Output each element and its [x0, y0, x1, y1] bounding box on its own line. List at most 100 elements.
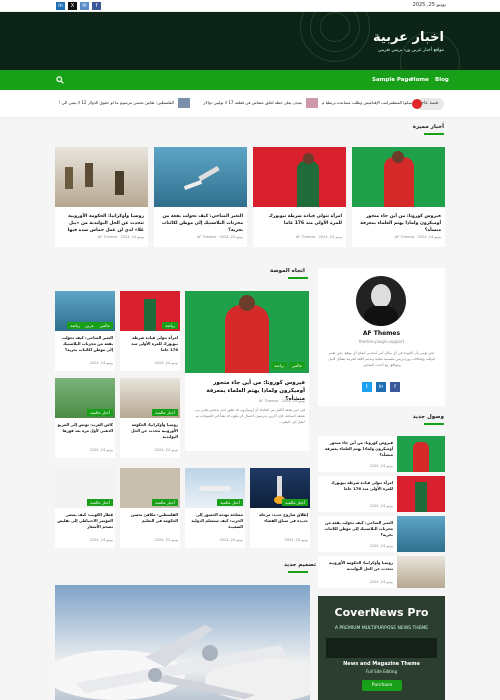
card-meta: يونيو 24, 2024	[89, 538, 113, 542]
section-underline	[424, 423, 444, 425]
card-meta: يونيو 24, 2024	[89, 448, 113, 452]
category-badge[interactable]: أخبار عالمية	[152, 499, 178, 506]
ticker-thumb	[178, 98, 190, 108]
trending-main-card[interactable]: عالمي رياضة فيروس كورونا: من أين جاء متح…	[185, 291, 309, 451]
latest-item[interactable]: روسيا وأوكرانيا: الحكومة الأوروبية تتحدث…	[318, 556, 445, 588]
trending-section-title: اتجاه الموضة	[270, 268, 305, 274]
featured-image	[352, 147, 445, 207]
card-meta: AF Themes · يونيو 24, 2024	[295, 235, 342, 239]
latest-item[interactable]: امرأة تتولى قيادة شرطة نيويورك للمرة الأ…	[318, 476, 445, 512]
trending-card[interactable]: أخبار عالمية مصلحة تهدئة الجسور إلى الحر…	[185, 468, 245, 548]
site-description: مواقع أخبار عربي ورد بريس تعريبي	[377, 48, 444, 53]
card-title[interactable]: التغير المناخي: كيف تحولت بقعة من مخزنات…	[57, 335, 113, 353]
latest-title[interactable]: التغير المناخي: كيف تحولت بقعة من مخزنات…	[320, 520, 393, 538]
trending-card[interactable]: أخبار عالمية روسيا وأوكرانيا: الحكومة ال…	[120, 378, 180, 458]
x-twitter-icon[interactable]: X	[68, 2, 77, 10]
trending-card[interactable]: أخبار عالمية قطار الكويت: كيف يسعى المؤت…	[55, 468, 115, 548]
featured-image	[55, 147, 148, 207]
ad-preview	[326, 638, 437, 658]
category-badge[interactable]: رياضة	[271, 362, 287, 369]
latest-title[interactable]: روسيا وأوكرانيا: الحكومة الأوروبية تتحدث…	[320, 560, 393, 572]
ticker-item[interactable]: سكوا المنظمرامب الإقناعيس وطلب مساعدة بر…	[322, 100, 412, 105]
featured-card[interactable]: امرأة تتولى قيادة شرطة نيويورك للمرة الأ…	[253, 147, 346, 247]
latest-section-title: وصول جديد	[412, 414, 444, 420]
nav-sample-page[interactable]: Sample Page	[372, 77, 412, 83]
author-name: AF Themes	[362, 330, 401, 337]
section-underline	[424, 133, 444, 135]
ticker-item[interactable]: بعيدن يعلن خطة لخلق عشاش في قطعة 17 لا ت…	[194, 100, 302, 105]
featured-image	[253, 147, 346, 207]
facebook-icon[interactable]: f	[390, 382, 400, 392]
ad-tagline: A PREMIUM MULTIPURPOSE NEWS THEME	[334, 626, 429, 631]
card-title[interactable]: التغير المناخي: كيف تحولت بقعة من مخزنات…	[158, 213, 243, 234]
latest-item[interactable]: فيروس كورونا: من أين جاء متحور أوميكرون …	[318, 436, 445, 472]
card-meta: AF Themes · يونيو 24, 2024	[97, 235, 144, 239]
nav-blog[interactable]: Blog	[435, 77, 449, 83]
section-underline	[288, 571, 308, 573]
category-badge[interactable]: رياضة	[162, 322, 178, 329]
latest-thumb	[397, 556, 445, 588]
linkedin-icon[interactable]: in	[376, 382, 386, 392]
purchase-button[interactable]: Purchase	[362, 680, 402, 691]
breaking-dot-icon	[412, 99, 422, 109]
trending-card[interactable]: أخبار عالمية كاس العرب: تونس إلى المربع …	[55, 378, 115, 458]
nav-home[interactable]: Home	[411, 77, 429, 83]
card-title[interactable]: فيروس كورونا: من أين جاء متحور أوميكرون …	[356, 213, 441, 234]
latest-title[interactable]: فيروس كورونا: من أين جاء متحور أوميكرون …	[320, 440, 393, 458]
header-ornament	[320, 12, 350, 42]
latest-title[interactable]: امرأة تتولى قيادة شرطة نيويورك للمرة الأ…	[320, 480, 393, 492]
card-meta: يونيو 24, 2024	[154, 361, 178, 365]
trending-card[interactable]: أخبار عالمية إطلاق صاروخ جديد: مرحلة جدي…	[250, 468, 310, 548]
card-title[interactable]: امرأة تتولى قيادة شرطة نيويورك للمرة الأ…	[257, 213, 342, 227]
card-title[interactable]: كاس العرب: تونس إلى المربع الذهبي لأول م…	[57, 422, 113, 434]
card-meta: يونيو 24, 2024	[219, 538, 243, 542]
card-meta: AF Themes · يونيو 24, 2024	[258, 399, 305, 403]
category-badge[interactable]: عالمي	[288, 362, 305, 369]
card-meta: AF Themes · يونيو 24, 2024	[394, 235, 441, 239]
trending-card[interactable]: رياضة امرأة تتولى قيادة شرطة نيويورك للم…	[120, 291, 180, 371]
featured-image	[154, 147, 247, 207]
main-nav: Blog Home Sample Page	[0, 70, 500, 90]
card-image: أخبار عالمية	[120, 378, 180, 418]
linkedin-icon[interactable]: in	[56, 2, 65, 10]
featured-card[interactable]: روسيا وأوكرانيا: الحكومة الأوروبية تتحدث…	[55, 147, 148, 247]
latest-date: يونيو 24, 2024	[369, 504, 393, 508]
card-image: رياضة	[120, 291, 180, 331]
card-title[interactable]: روسيا وأوكرانيا: الحكومة الأوروبية تتحدث…	[122, 422, 178, 440]
card-image: أخبار عالمية	[185, 468, 245, 508]
card-image: أخبار عالمية	[55, 378, 115, 418]
card-meta: AF Themes · يونيو 24, 2024	[196, 235, 243, 239]
category-badge[interactable]: عالمي	[96, 322, 113, 329]
card-title[interactable]: روسيا وأوكرانيا: الحكومة الأوروبية تتحدث…	[59, 213, 144, 234]
search-icon[interactable]	[56, 76, 64, 84]
trending-card[interactable]: أخبار عالمية الفلسطين: مكافئ تحسن الحكوم…	[120, 468, 180, 548]
card-title[interactable]: قطار الكويت: كيف يسعى المؤتمر الاحتياطي …	[57, 512, 113, 530]
twitter-icon[interactable]: t	[362, 382, 372, 392]
category-badge[interactable]: عربي	[81, 322, 97, 329]
card-title[interactable]: الفلسطين: مكافئ تحسن الحكومة في التعليم	[122, 512, 178, 524]
category-badge[interactable]: أخبار عالمية	[217, 499, 243, 506]
featured-card[interactable]: التغير المناخي: كيف تحولت بقعة من مخزنات…	[154, 147, 247, 247]
author-bio: نحن نؤمن بأن الجودة في أي مكان أمر أساسي…	[328, 351, 435, 367]
category-badge[interactable]: أخبار عالمية	[282, 499, 308, 506]
latest-item[interactable]: التغير المناخي: كيف تحولت بقعة من مخزنات…	[318, 516, 445, 552]
trending-card[interactable]: عالمي عربي رياضة التغير المناخي: كيف تحو…	[55, 291, 115, 371]
category-badge[interactable]: أخبار عالمية	[152, 409, 178, 416]
card-title[interactable]: إطلاق صاروخ جديد: مرحلة جديدة في سباق ال…	[252, 512, 308, 524]
email-icon[interactable]: ✉	[80, 2, 89, 10]
ad-banner[interactable]: CoverNews Pro A PREMIUM MULTIPURPOSE NEW…	[318, 596, 445, 700]
category-badge[interactable]: أخبار عالمية	[87, 499, 113, 506]
featured-card[interactable]: فيروس كورونا: من أين جاء متحور أوميكرون …	[352, 147, 445, 247]
ad-brand: CoverNews Pro	[334, 606, 429, 619]
site-title[interactable]: اخبار عربية	[373, 30, 444, 45]
editors-pick-image[interactable]	[55, 585, 310, 700]
ticker-item[interactable]: الفلسطين: طابين تحسن مرسوم ما لو حقوق ال…	[58, 100, 174, 105]
latest-thumb	[397, 436, 445, 472]
category-badge[interactable]: أخبار عالمية	[87, 409, 113, 416]
card-title[interactable]: مصلحة تهدئة الجسور إلى الحرب: كيف ستسلم …	[187, 512, 243, 530]
card-title[interactable]: امرأة تتولى قيادة شرطة نيويورك للمرة الأ…	[122, 335, 178, 353]
featured-section-title: أخبار مميزة	[412, 124, 444, 130]
category-badge[interactable]: رياضة	[67, 322, 83, 329]
facebook-icon[interactable]: f	[92, 2, 101, 10]
latest-date: يونيو 24, 2024	[369, 464, 393, 468]
